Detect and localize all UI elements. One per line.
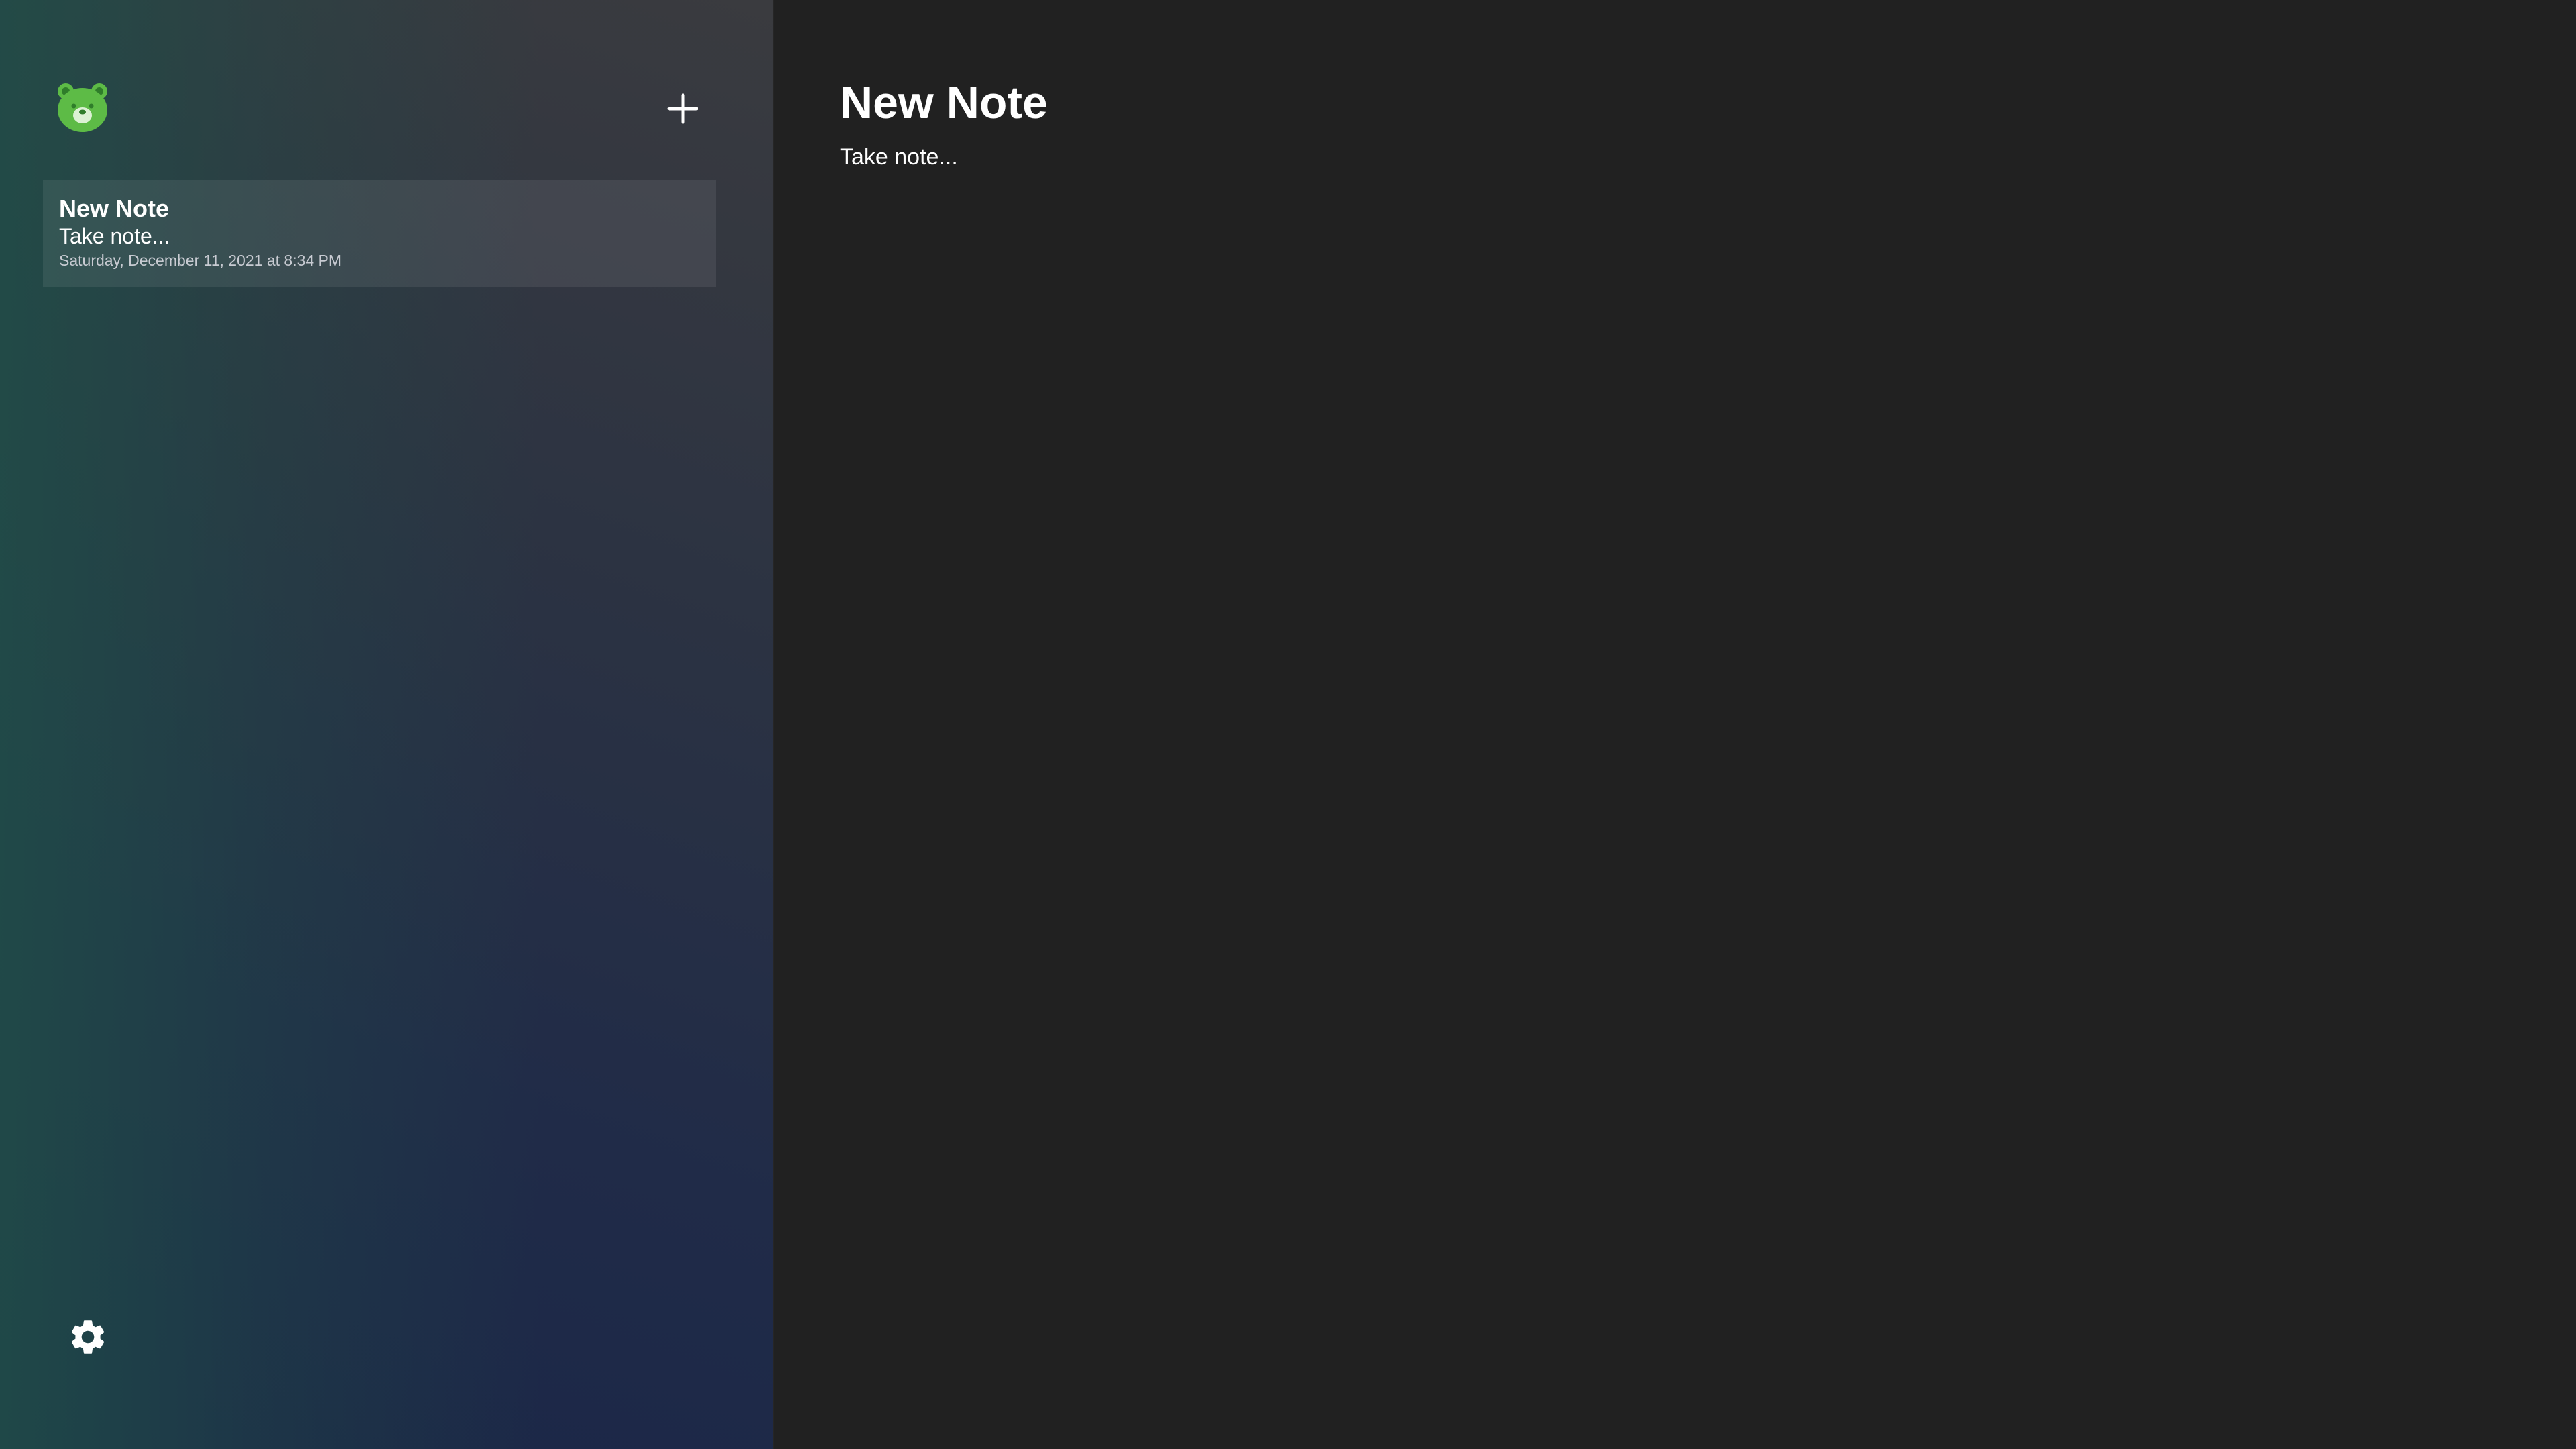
note-item-preview: Take note... <box>59 224 170 248</box>
note-body-field[interactable]: Take note... <box>840 141 1242 173</box>
note-item-date: Saturday, December 11, 2021 at 8:34 PM <box>59 252 342 269</box>
plus-icon <box>667 93 698 124</box>
add-note-button[interactable] <box>664 90 702 127</box>
app-window: New Note Take note... Saturday, December… <box>0 0 2576 1449</box>
gear-icon <box>71 1320 105 1354</box>
note-editor: New Note Take note... <box>774 0 2576 1449</box>
note-list-item[interactable]: New Note Take note... Saturday, December… <box>43 180 716 287</box>
note-title-field[interactable]: New Note <box>840 72 1108 133</box>
settings-button[interactable] <box>67 1316 109 1358</box>
sidebar: New Note Take note... Saturday, December… <box>0 0 773 1449</box>
bear-icon <box>56 82 109 133</box>
note-item-title: New Note <box>59 195 170 222</box>
